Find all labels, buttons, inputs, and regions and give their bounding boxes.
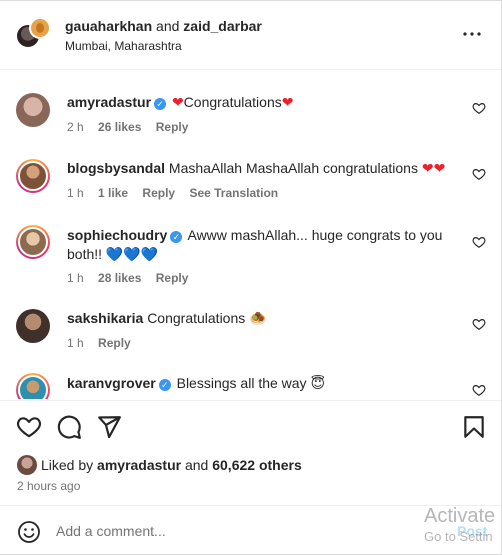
comment-text: Blessings all the way (176, 375, 307, 391)
comment-likes[interactable]: 26 likes (98, 120, 141, 134)
comment-body: sakshikaria Congratulations 🧆 (67, 309, 457, 328)
comment-avatar[interactable] (16, 309, 50, 343)
likes-text: Liked by amyradastur and 60,622 others (41, 456, 302, 474)
comment-item: amyradastur ✓ ❤Congratulations❤ 2 h 26 li… (0, 71, 501, 137)
comment-meta: 1 h Reply (67, 335, 142, 351)
comment-avatar[interactable] (16, 373, 50, 399)
comment-username[interactable]: amyradastur (67, 94, 151, 110)
post-authors: gauaharkhan and zaid_darbar (65, 17, 262, 35)
comment-text: MashaAllah MashaAllah congratulations (168, 160, 418, 176)
liked-by-label: Liked by (41, 457, 94, 473)
comment-likes[interactable]: 28 likes (98, 271, 141, 285)
blue-heart-emoji: 💙 (140, 246, 159, 262)
comment-username[interactable]: karanvgrover (67, 375, 156, 391)
comment-icon (57, 415, 81, 439)
comment-likes[interactable]: 1 like (98, 186, 128, 200)
verified-badge-icon: ✓ (170, 231, 183, 243)
heart-emoji: ❤ (171, 94, 184, 110)
like-button[interactable] (16, 414, 42, 440)
heart-emoji: ❤ (421, 160, 434, 176)
comment-body: karanvgrover ✓ Blessings all the way 😇 (67, 374, 457, 393)
add-comment-bar: Post (0, 505, 501, 555)
more-options-button[interactable] (460, 22, 484, 46)
share-button[interactable] (96, 414, 122, 440)
heart-icon (472, 169, 486, 180)
comment-emoji: 😇 (310, 375, 326, 391)
post-timestamp[interactable]: 2 hours ago (17, 478, 80, 494)
reply-button[interactable]: Reply (156, 271, 189, 285)
comment-input[interactable] (56, 520, 416, 542)
post-comment-button[interactable]: Post (457, 523, 487, 539)
comment-username[interactable]: sophiechoudry (67, 227, 167, 243)
heart-icon (16, 417, 42, 438)
post-header: gauaharkhan and zaid_darbar Mumbai, Maha… (0, 0, 501, 70)
likes-and: and (184, 457, 209, 473)
comment-item: sakshikaria Congratulations 🧆 1 h Reply (0, 291, 501, 357)
comment-item: sophiechoudry ✓ Awww mashAllah... huge co… (0, 205, 501, 295)
comment-username[interactable]: blogsbysandal (67, 160, 165, 176)
comment-text: Congratulations (147, 310, 246, 326)
comment-like-button[interactable] (472, 167, 486, 181)
reply-button[interactable]: Reply (156, 120, 189, 134)
blue-heart-emoji: 💙 (105, 246, 124, 262)
heart-icon (472, 385, 486, 396)
comment-username[interactable]: sakshikaria (67, 310, 143, 326)
author-link-2[interactable]: zaid_darbar (183, 18, 262, 34)
comment-like-button[interactable] (472, 317, 486, 331)
comment-avatar[interactable] (16, 93, 50, 127)
comment-meta: 2 h 26 likes Reply (67, 119, 199, 135)
comment-avatar[interactable] (16, 159, 50, 193)
comment-text: Congratulations (183, 94, 282, 110)
comment-like-button[interactable] (472, 101, 486, 115)
see-translation-button[interactable]: See Translation (189, 186, 278, 200)
comment-like-button[interactable] (472, 383, 486, 397)
reply-button[interactable]: Reply (142, 186, 175, 200)
heart-icon (472, 103, 486, 114)
comment-body: sophiechoudry ✓ Awww mashAllah... huge co… (67, 226, 457, 264)
save-button[interactable] (461, 414, 487, 440)
comment-time[interactable]: 1 h (67, 186, 84, 200)
avatar-zaid-darbar[interactable] (29, 17, 51, 39)
author-link-1[interactable]: gauaharkhan (65, 18, 152, 34)
heart-icon (472, 237, 486, 248)
comment-meta: 1 h 28 likes Reply (67, 270, 199, 286)
comment-meta: 1 h 1 like Reply See Translation (67, 185, 289, 201)
post-actions (0, 400, 501, 452)
reply-button[interactable]: Reply (98, 336, 131, 350)
comment-emoji: 🧆 (249, 310, 267, 326)
comment-item: blogsbysandal MashaAllah MashaAllah cong… (0, 137, 501, 207)
comment-body: blogsbysandal MashaAllah MashaAllah cong… (67, 159, 457, 178)
emoji-picker-button[interactable] (17, 520, 41, 544)
heart-emoji: ❤ (281, 94, 294, 110)
comment-time[interactable]: 1 h (67, 336, 84, 350)
liker-username[interactable]: amyradastur (97, 457, 181, 473)
likes-summary: Liked by amyradastur and 60,622 others (0, 454, 501, 476)
heart-icon (472, 319, 486, 330)
heart-emoji: ❤ (433, 160, 446, 176)
smiley-icon (18, 521, 40, 543)
comment-time[interactable]: 2 h (67, 120, 84, 134)
comment-time[interactable]: 1 h (67, 271, 84, 285)
bookmark-icon (464, 416, 484, 438)
likes-others-link[interactable]: 60,622 others (212, 457, 302, 473)
comment-avatar[interactable] (16, 225, 50, 259)
collab-avatars[interactable] (15, 17, 51, 53)
comment-button[interactable] (56, 414, 82, 440)
verified-badge-icon: ✓ (158, 379, 171, 391)
authors-conjunction: and (156, 18, 180, 34)
liker-avatar[interactable] (17, 455, 37, 475)
comment-like-button[interactable] (472, 235, 486, 249)
comments-list[interactable]: amyradastur ✓ ❤Congratulations❤ 2 h 26 li… (0, 71, 501, 399)
share-icon (98, 416, 121, 439)
blue-heart-emoji: 💙 (123, 246, 141, 262)
location-link[interactable]: Mumbai, Maharashtra (65, 38, 182, 54)
more-horizontal-icon (463, 32, 481, 36)
verified-badge-icon: ✓ (154, 98, 167, 110)
comment-body: amyradastur ✓ ❤Congratulations❤ (67, 93, 457, 112)
comment-item: karanvgrover ✓ Blessings all the way 😇 (0, 357, 501, 399)
